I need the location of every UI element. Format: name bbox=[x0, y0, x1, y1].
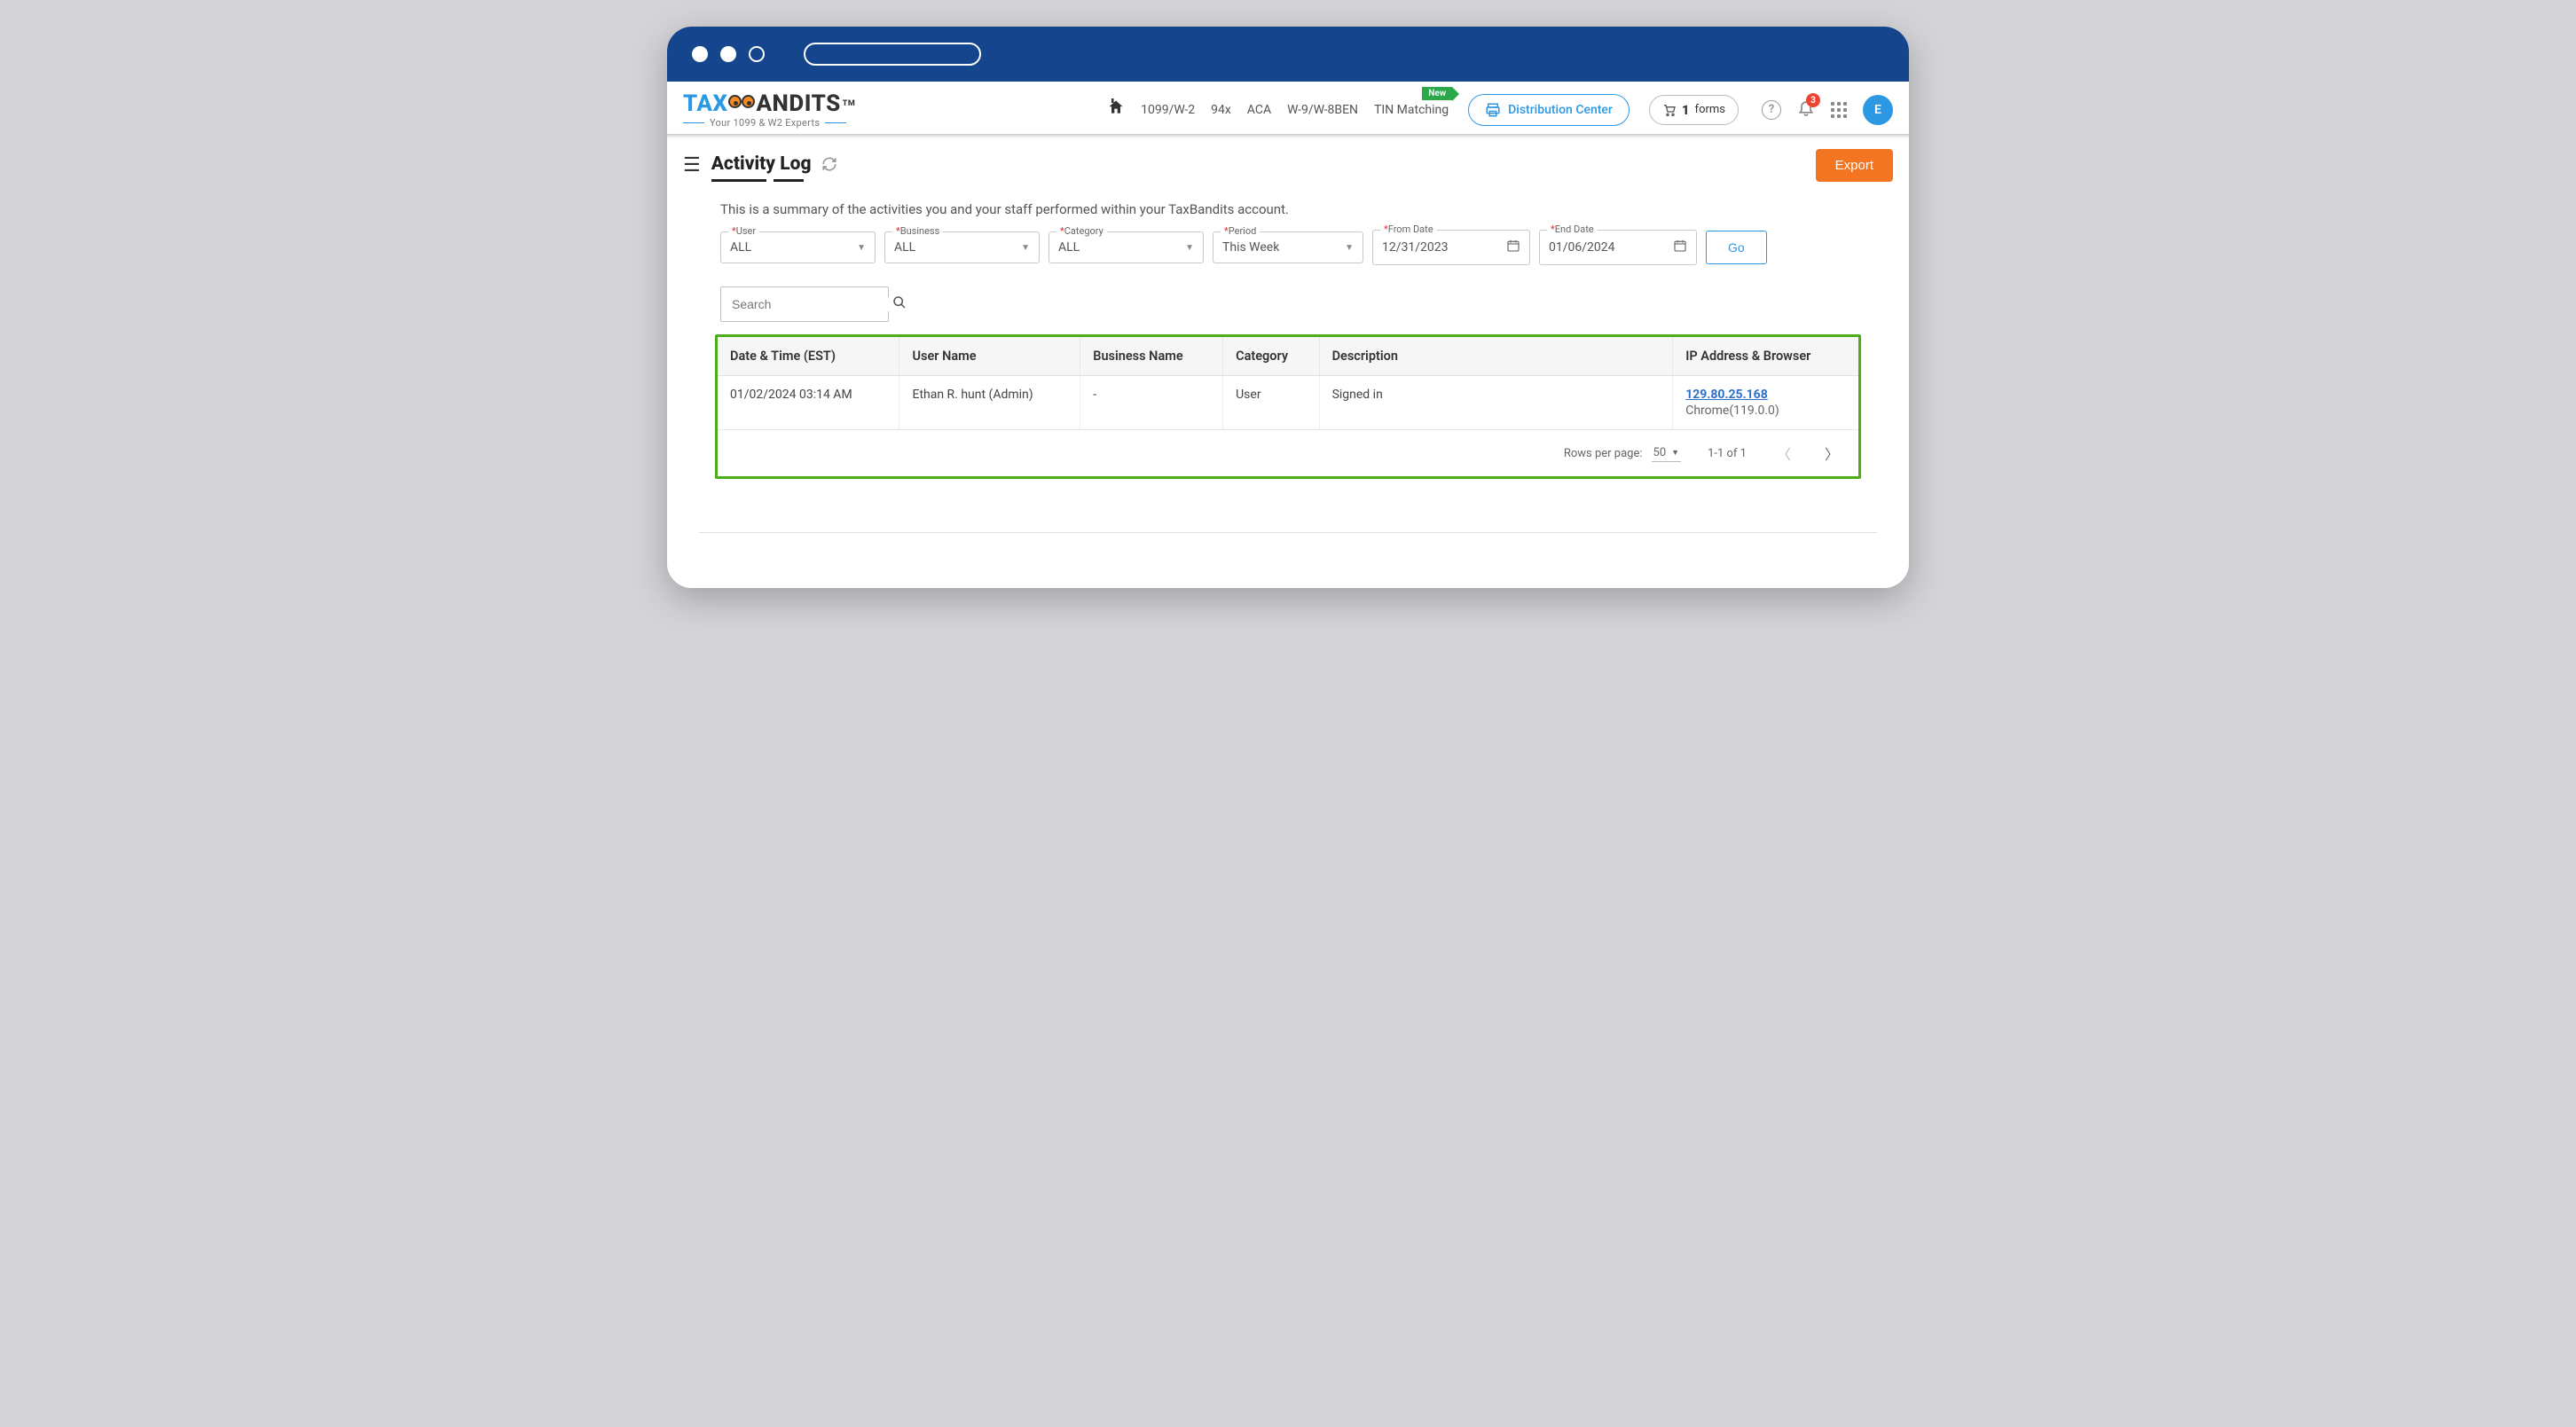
avatar[interactable]: E bbox=[1863, 95, 1893, 125]
activity-table: Date & Time (EST) User Name Business Nam… bbox=[715, 334, 1861, 479]
app-header: TAX ANDITS TM Your 1099 & W2 Experts bbox=[667, 82, 1909, 135]
col-datetime: Date & Time (EST) bbox=[718, 337, 899, 376]
nav-w9-w8ben[interactable]: W-9/W-8BEN bbox=[1287, 103, 1358, 117]
page-title: Activity Log bbox=[711, 153, 812, 178]
export-button[interactable]: Export bbox=[1816, 149, 1893, 182]
end-date-field[interactable]: *End Date 01/06/2024 bbox=[1539, 230, 1697, 265]
from-date-value: 12/31/2023 bbox=[1382, 240, 1506, 255]
browser-frame: TAX ANDITS TM Your 1099 & W2 Experts bbox=[667, 27, 1909, 588]
url-bar[interactable] bbox=[804, 43, 981, 66]
help-icon[interactable]: ? bbox=[1762, 100, 1781, 120]
business-filter-value: ALL bbox=[894, 240, 1014, 255]
chevron-down-icon: ▼ bbox=[1671, 448, 1679, 458]
divider bbox=[699, 532, 1877, 533]
distribution-label: Distribution Center bbox=[1508, 103, 1613, 117]
logo-tm: TM bbox=[843, 99, 856, 108]
nav-1099-w2[interactable]: 1099/W-2 bbox=[1141, 103, 1195, 117]
cell-ip-browser: 129.80.25.168 Chrome(119.0.0) bbox=[1673, 376, 1858, 430]
window-titlebar bbox=[667, 27, 1909, 82]
from-date-field[interactable]: *From Date 12/31/2023 bbox=[1372, 230, 1530, 265]
pagination-range: 1-1 of 1 bbox=[1708, 447, 1747, 460]
logo-eyes-icon bbox=[728, 95, 755, 108]
end-date-value: 01/06/2024 bbox=[1549, 240, 1673, 255]
col-ip-browser: IP Address & Browser bbox=[1673, 337, 1858, 376]
ip-link[interactable]: 129.80.25.168 bbox=[1685, 388, 1846, 402]
printer-icon bbox=[1485, 102, 1501, 118]
category-filter[interactable]: *Category ALL ▼ bbox=[1048, 231, 1204, 263]
browser-text: Chrome(119.0.0) bbox=[1685, 404, 1846, 418]
page-description: This is a summary of the activities you … bbox=[720, 201, 1893, 217]
window-dot bbox=[720, 46, 736, 62]
nav-aca[interactable]: ACA bbox=[1247, 103, 1271, 117]
col-description: Description bbox=[1319, 337, 1673, 376]
notification-badge: 3 bbox=[1806, 93, 1820, 107]
window-dot bbox=[692, 46, 708, 62]
apps-icon[interactable] bbox=[1831, 102, 1847, 118]
period-filter[interactable]: *Period This Week ▼ bbox=[1213, 231, 1363, 263]
forms-count: 1 bbox=[1682, 102, 1690, 118]
user-filter-value: ALL bbox=[730, 240, 850, 255]
search-input[interactable] bbox=[732, 297, 892, 311]
logo-suffix: ANDITS bbox=[756, 90, 840, 117]
nav-94x[interactable]: 94x bbox=[1211, 103, 1231, 117]
col-username: User Name bbox=[899, 337, 1080, 376]
home-icon[interactable] bbox=[1107, 98, 1125, 121]
logo-prefix: TAX bbox=[683, 90, 727, 117]
period-filter-value: This Week bbox=[1222, 240, 1338, 255]
search-box[interactable] bbox=[720, 286, 889, 322]
menu-icon[interactable]: ☰ bbox=[683, 154, 701, 176]
rows-per-page-select[interactable]: 50 ▼ bbox=[1652, 444, 1682, 462]
chevron-down-icon: ▼ bbox=[1345, 243, 1354, 253]
calendar-icon bbox=[1506, 239, 1520, 256]
cell-description: Signed in bbox=[1319, 376, 1673, 430]
new-badge: New bbox=[1422, 87, 1452, 100]
col-business: Business Name bbox=[1080, 337, 1223, 376]
col-category: Category bbox=[1223, 337, 1319, 376]
logo[interactable]: TAX ANDITS TM Your 1099 & W2 Experts bbox=[683, 90, 855, 129]
table-footer: Rows per page: 50 ▼ 1-1 of 1 〈 〉 bbox=[718, 430, 1858, 476]
next-page-button[interactable]: 〉 bbox=[1821, 439, 1842, 467]
chevron-down-icon: ▼ bbox=[1185, 243, 1194, 253]
go-button[interactable]: Go bbox=[1706, 231, 1767, 264]
cell-business: - bbox=[1080, 376, 1223, 430]
cell-user: Ethan R. hunt (Admin) bbox=[899, 376, 1080, 430]
cell-datetime: 01/02/2024 03:14 AM bbox=[718, 376, 899, 430]
business-filter[interactable]: *Business ALL ▼ bbox=[884, 231, 1040, 263]
calendar-icon bbox=[1673, 239, 1687, 256]
nav-tin-matching[interactable]: TIN Matching bbox=[1374, 103, 1449, 117]
logo-tagline: Your 1099 & W2 Experts bbox=[710, 117, 820, 129]
rows-per-page-label: Rows per page: bbox=[1564, 447, 1643, 460]
table-row: 01/02/2024 03:14 AM Ethan R. hunt (Admin… bbox=[718, 376, 1858, 430]
search-icon bbox=[892, 295, 907, 313]
forms-label: forms bbox=[1695, 103, 1725, 116]
refresh-icon[interactable] bbox=[821, 156, 837, 176]
chevron-down-icon: ▼ bbox=[857, 243, 866, 253]
forms-pill[interactable]: 1 forms bbox=[1649, 95, 1739, 125]
window-dot bbox=[749, 46, 765, 62]
filters-row: *User ALL ▼ *Business ALL ▼ *Category AL… bbox=[720, 230, 1893, 265]
prev-page-button[interactable]: 〈 bbox=[1773, 439, 1795, 467]
user-filter[interactable]: *User ALL ▼ bbox=[720, 231, 876, 263]
main-nav: 1099/W-2 94x ACA W-9/W-8BEN New TIN Matc… bbox=[1107, 98, 1449, 121]
category-filter-value: ALL bbox=[1058, 240, 1178, 255]
cell-category: User bbox=[1223, 376, 1319, 430]
chevron-down-icon: ▼ bbox=[1021, 243, 1030, 253]
distribution-center-button[interactable]: Distribution Center bbox=[1468, 94, 1630, 126]
cart-icon bbox=[1662, 103, 1677, 117]
notifications-button[interactable]: 3 bbox=[1797, 98, 1815, 121]
